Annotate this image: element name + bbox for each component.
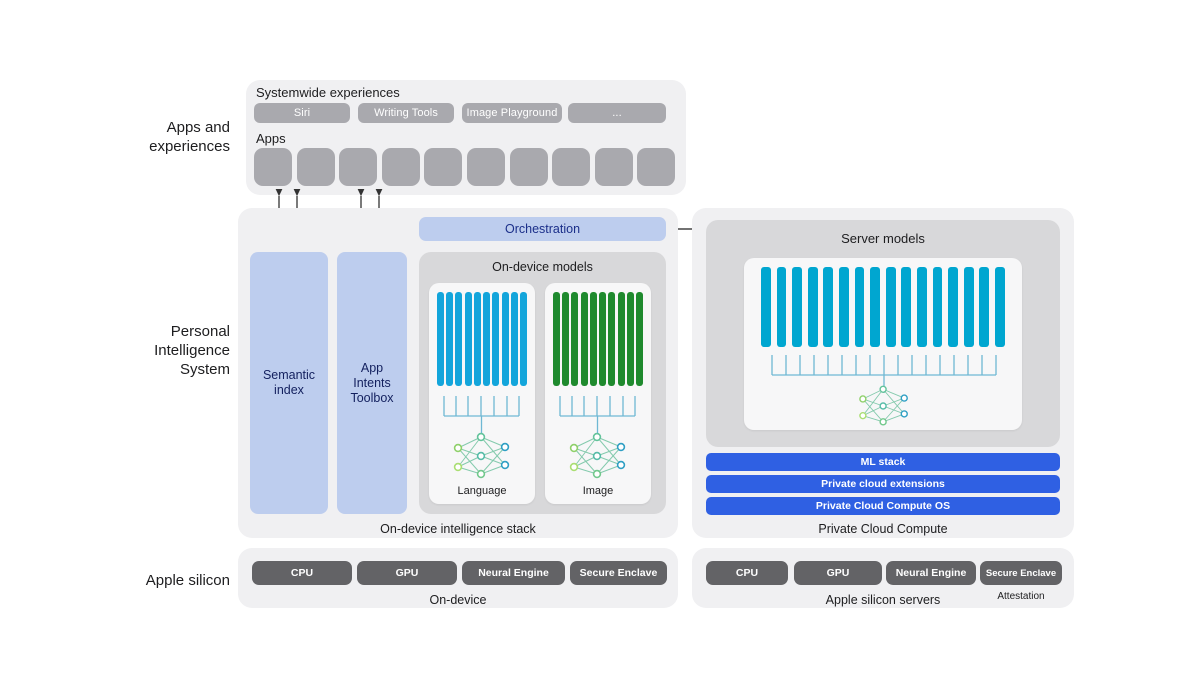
- model-bar: [510, 292, 518, 386]
- model-bar: [519, 292, 527, 386]
- neural-network-icon-image: [569, 432, 626, 479]
- model-bar: [562, 292, 570, 386]
- silicon-chip-ondevice-secure-enclave[interactable]: Secure Enclave: [570, 561, 667, 585]
- model-bar: [617, 292, 625, 386]
- pcc-bar-ml-stack[interactable]: ML stack: [706, 453, 1060, 471]
- model-card-image: Image: [545, 283, 651, 504]
- model-bar: [437, 292, 445, 386]
- model-bar: [553, 292, 561, 386]
- model-bar: [501, 292, 509, 386]
- model-bar: [776, 267, 787, 347]
- server-models-title: Server models: [841, 231, 925, 246]
- model-bar: [885, 267, 896, 347]
- semantic-index-block[interactable]: Semantic index: [250, 252, 328, 514]
- silicon-chip-ondevice-cpu[interactable]: CPU: [252, 561, 352, 585]
- pcc-bar-private-cloud-extensions[interactable]: Private cloud extensions: [706, 475, 1060, 493]
- model-bar: [626, 292, 634, 386]
- silicon-chip-ondevice-neural-engine[interactable]: Neural Engine: [462, 561, 565, 585]
- model-bars-language: [437, 292, 527, 386]
- model-card-image-label: Image: [582, 485, 614, 497]
- model-bar: [854, 267, 865, 347]
- neural-network-icon-server: [859, 385, 908, 426]
- private-cloud-compute-caption: Private Cloud Compute: [818, 522, 948, 536]
- model-bar: [823, 267, 834, 347]
- model-bar: [963, 267, 974, 347]
- model-bar: [932, 267, 943, 347]
- silicon-chip-server-gpu[interactable]: GPU: [794, 561, 882, 585]
- attestation-note: Attestation: [997, 591, 1045, 602]
- model-bar: [901, 267, 912, 347]
- diagram-canvas: Apps and experiences Personal Intelligen…: [0, 0, 1200, 675]
- silicon-chip-ondevice-gpu[interactable]: GPU: [357, 561, 457, 585]
- model-bar: [580, 292, 588, 386]
- model-bar: [473, 292, 481, 386]
- model-card-language-label: Language: [457, 485, 507, 497]
- comb-image: [559, 396, 636, 434]
- model-bars-image: [553, 292, 643, 386]
- ondevice-intelligence-stack-caption: On-device intelligence stack: [380, 522, 536, 536]
- model-bar: [792, 267, 803, 347]
- silicon-chip-server-neural-engine[interactable]: Neural Engine: [886, 561, 976, 585]
- orchestration-block[interactable]: Orchestration: [419, 217, 666, 241]
- model-bar: [761, 267, 771, 347]
- model-bar: [608, 292, 616, 386]
- apple-silicon-ondevice-caption: On-device: [429, 593, 487, 607]
- app-intents-toolbox-block[interactable]: App Intents Toolbox: [337, 252, 407, 514]
- silicon-chip-server-secure-enclave[interactable]: Secure Enclave: [980, 561, 1062, 585]
- ondevice-models-title: On-device models: [492, 260, 593, 274]
- model-bar: [838, 267, 849, 347]
- pcc-bar-private-cloud-compute-os[interactable]: Private Cloud Compute OS: [706, 497, 1060, 515]
- model-bar: [571, 292, 579, 386]
- model-bar: [916, 267, 927, 347]
- model-bar: [979, 267, 990, 347]
- model-card-server: [744, 258, 1022, 430]
- model-bar: [599, 292, 607, 386]
- model-card-language: Language: [429, 283, 535, 504]
- model-bar: [870, 267, 881, 347]
- comb-language: [443, 396, 520, 434]
- model-bars-server: [761, 267, 1005, 347]
- model-bar: [483, 292, 491, 386]
- model-bar: [807, 267, 818, 347]
- model-bar: [635, 292, 643, 386]
- model-bar: [589, 292, 597, 386]
- silicon-chip-server-cpu[interactable]: CPU: [706, 561, 788, 585]
- model-bar: [492, 292, 500, 386]
- model-bar: [446, 292, 454, 386]
- model-bar: [948, 267, 958, 347]
- model-bar: [464, 292, 472, 386]
- model-bar: [994, 267, 1005, 347]
- model-bar: [455, 292, 463, 386]
- neural-network-icon-language: [453, 432, 510, 479]
